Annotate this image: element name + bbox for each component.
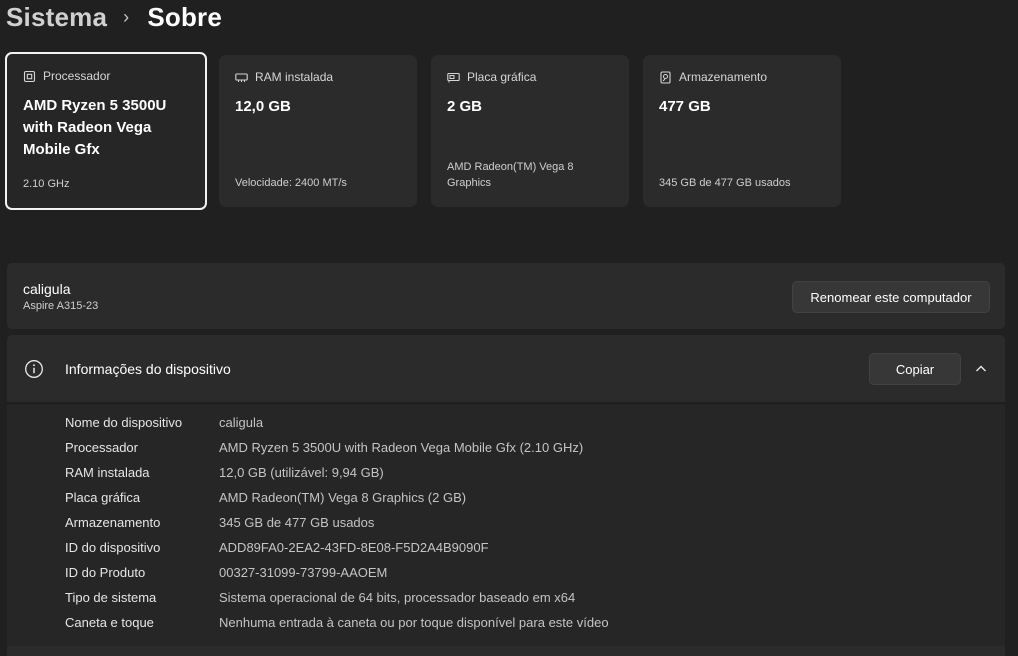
spec-card-storage[interactable]: Armazenamento 477 GB 345 GB de 477 GB us… (643, 55, 841, 207)
page-title: Sobre (147, 2, 223, 32)
spec-card-sub: 2.10 GHz (23, 178, 70, 190)
info-label: Caneta e toque (65, 615, 154, 630)
info-label: ID do dispositivo (65, 540, 161, 555)
spec-card-value: 477 GB (659, 98, 711, 115)
copy-button[interactable]: Copiar (869, 353, 961, 385)
settings-about-page: Sistema › Sobre Processador AMD Ryzen 5 … (0, 0, 1018, 656)
spec-card-value: AMD Ryzen 5 3500U with Radeon Vega Mobil… (23, 97, 167, 158)
computer-name-row: caligula Aspire A315-23 Renomear este co… (7, 263, 1005, 329)
info-value: AMD Radeon(TM) Vega 8 Graphics (2 GB) (219, 490, 467, 505)
info-value: caligula (219, 415, 264, 430)
spec-card-value: 12,0 GB (235, 98, 291, 115)
info-label: ID do Produto (65, 565, 146, 580)
chevron-right-icon: › (123, 7, 130, 27)
computer-name: caligula (23, 281, 71, 297)
device-info-header[interactable]: Informações do dispositivo Copiar (7, 335, 1005, 402)
processor-icon (23, 70, 36, 83)
device-info-title: Informações do dispositivo (65, 361, 231, 377)
next-section-edge (7, 646, 1005, 656)
gpu-icon (447, 71, 460, 84)
info-value: 345 GB de 477 GB usados (219, 515, 375, 530)
info-label: RAM instalada (65, 465, 150, 480)
chevron-up-icon[interactable] (972, 360, 990, 378)
info-label: Tipo de sistema (65, 590, 157, 605)
info-label: Placa gráfica (65, 490, 141, 505)
ram-icon (235, 71, 248, 84)
info-value: Sistema operacional de 64 bits, processa… (219, 590, 576, 605)
info-label: Armazenamento (65, 515, 161, 530)
device-info-list: Nome do dispositivo caligula Processador… (7, 403, 1005, 647)
spec-card-label: Processador (43, 69, 111, 83)
info-value: Nenhuma entrada à caneta ou por toque di… (219, 615, 609, 630)
breadcrumb: Sistema › Sobre (6, 2, 222, 33)
spec-card-label: RAM instalada (255, 70, 334, 84)
info-value: AMD Ryzen 5 3500U with Radeon Vega Mobil… (219, 440, 584, 455)
info-value: ADD89FA0-2EA2-43FD-8E08-F5D2A4B9090F (219, 540, 489, 555)
spec-card-ram[interactable]: RAM instalada 12,0 GB Velocidade: 2400 M… (219, 55, 417, 207)
computer-model: Aspire A315-23 (23, 300, 99, 312)
breadcrumb-parent[interactable]: Sistema (6, 2, 107, 33)
spec-card-sub: Velocidade: 2400 MT/s (235, 177, 347, 189)
info-label: Nome do dispositivo (65, 415, 183, 430)
info-value: 00327-31099-73799-AAOEM (219, 565, 388, 580)
rename-computer-button[interactable]: Renomear este computador (792, 281, 990, 313)
spec-card-label: Placa gráfica (467, 70, 537, 84)
spec-card-gpu[interactable]: Placa gráfica 2 GB AMD Radeon(TM) Vega 8… (431, 55, 629, 207)
info-icon (24, 359, 44, 379)
info-label: Processador (65, 440, 138, 455)
spec-card-value: 2 GB (447, 98, 483, 115)
spec-card-sub: AMD Radeon(TM) Vega 8 Graphics (447, 161, 574, 189)
info-value: 12,0 GB (utilizável: 9,94 GB) (219, 465, 384, 480)
spec-card-sub: 345 GB de 477 GB usados (659, 177, 791, 189)
spec-card-label: Armazenamento (679, 70, 768, 84)
storage-icon (659, 70, 672, 84)
spec-card-processor[interactable]: Processador AMD Ryzen 5 3500U with Radeo… (5, 52, 207, 210)
